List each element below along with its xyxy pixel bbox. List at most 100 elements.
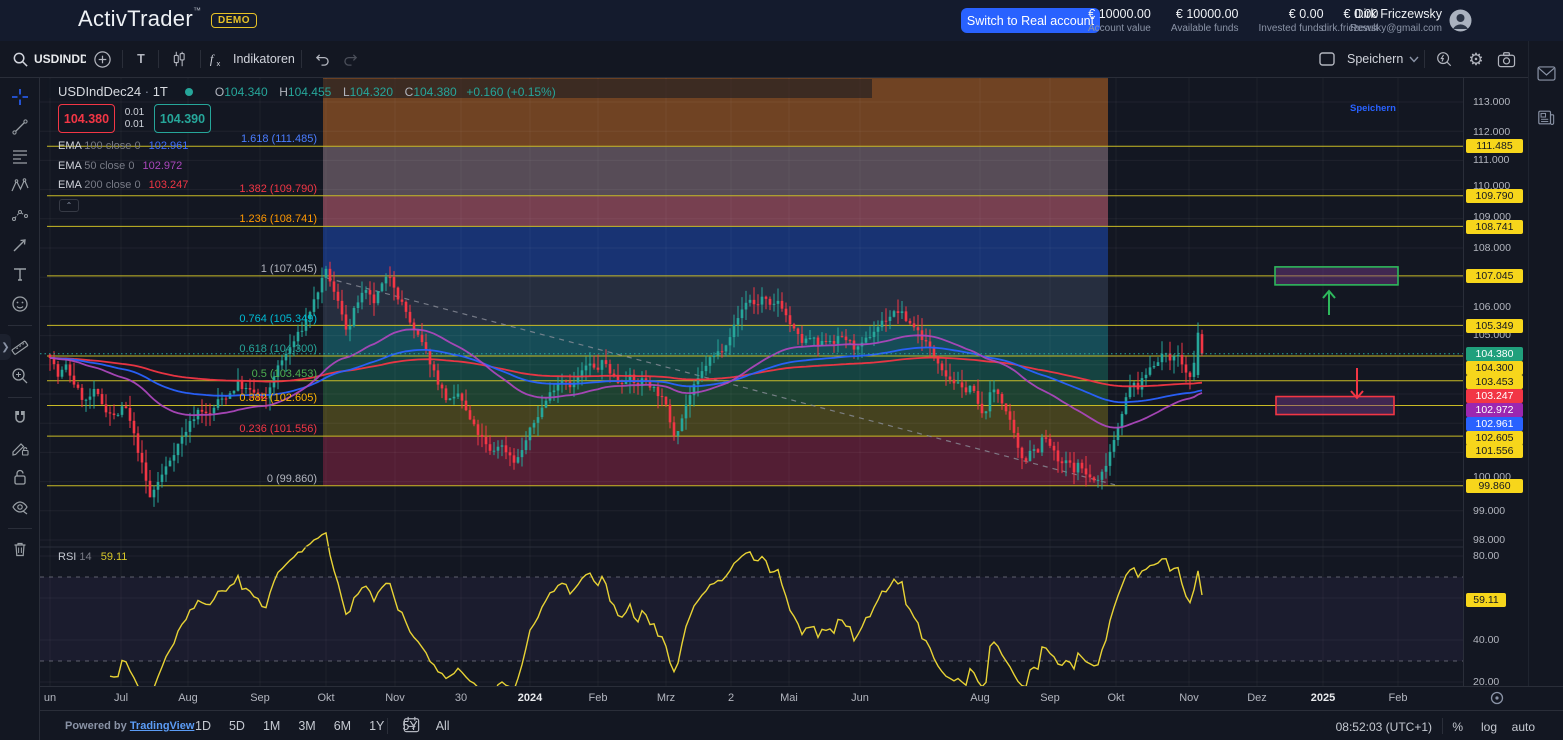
symbol-text: USDINDD — [34, 52, 86, 66]
target-icon — [1489, 690, 1505, 706]
time-tick: 2025 — [1311, 692, 1335, 704]
log-scale-button[interactable]: log — [1481, 720, 1497, 734]
tool-emoji[interactable] — [5, 290, 35, 318]
stat-value: € 10000.00 — [1088, 7, 1151, 21]
toolbar-separator — [200, 50, 201, 68]
axis-label: 111.000 — [1473, 154, 1509, 166]
settings-button[interactable]: ⚙ — [1465, 41, 1487, 77]
camera-icon — [1497, 51, 1516, 68]
text-tool-icon — [10, 264, 30, 284]
sidebar-divider — [8, 397, 32, 398]
sell-button[interactable]: 104.380 — [58, 104, 115, 133]
news-button[interactable] — [1535, 106, 1557, 128]
fib-label: 0.764 (105.349) — [40, 313, 317, 325]
emoji-icon — [10, 294, 30, 314]
mail-button[interactable] — [1535, 62, 1557, 84]
drawing-lock-icon — [10, 438, 30, 458]
ruler-icon — [10, 336, 30, 356]
undo-button[interactable] — [310, 41, 332, 77]
redo-button[interactable] — [340, 41, 362, 77]
chart-style-button[interactable] — [167, 41, 191, 77]
fx-icon: fx — [208, 51, 227, 68]
short-target-box — [1276, 397, 1394, 415]
tool-text[interactable] — [5, 260, 35, 288]
range-button-6m[interactable]: 6M — [327, 717, 358, 735]
sidebar-collapse-handle[interactable]: ❯ — [0, 334, 11, 360]
avatar[interactable] — [1449, 9, 1472, 32]
spread-box: 0.01 0.01 — [117, 104, 152, 133]
session-clock[interactable]: 08:52:03 (UTC+1) — [1336, 720, 1432, 734]
magnet-icon — [10, 408, 30, 428]
price-badge-level: 105.349 — [1466, 319, 1523, 333]
powered-by: Powered by TradingView — [65, 720, 194, 732]
price-axis[interactable]: 113.000112.000111.000110.000109.000108.0… — [1463, 78, 1528, 686]
tool-remove-drawings[interactable] — [5, 535, 35, 563]
percent-scale-button[interactable]: % — [1452, 720, 1463, 734]
toolbar-separator — [1424, 50, 1425, 68]
tool-forecast[interactable] — [5, 201, 35, 229]
time-tick: Okt — [317, 692, 334, 704]
compare-add-button[interactable] — [91, 41, 113, 77]
account-stat-0: € 10000.00 Account value — [1088, 7, 1151, 34]
time-tick: un — [44, 692, 56, 704]
time-tick: 2 — [728, 692, 734, 704]
screenshot-button[interactable] — [1494, 41, 1518, 77]
axis-label: 108.000 — [1473, 242, 1511, 254]
legend-collapse-button[interactable]: ⌃ — [59, 199, 79, 212]
range-button-3m[interactable]: 3M — [291, 717, 322, 735]
indicators-button[interactable]: fx Indikatoren — [208, 41, 295, 77]
time-axis[interactable]: unJulAugSepOktNov302024FebMrz2MaiJunAugS… — [40, 686, 1463, 710]
time-tick: Aug — [970, 692, 990, 704]
switch-to-real-account-button[interactable]: Switch to Real account — [961, 8, 1100, 33]
tool-zoom-in[interactable] — [5, 362, 35, 390]
tool-hide-drawings[interactable] — [5, 493, 35, 521]
time-tick: 2024 — [518, 692, 542, 704]
quick-search-button[interactable] — [1433, 41, 1455, 77]
zoom-in-icon — [10, 366, 30, 386]
price-chart-canvas — [40, 78, 1463, 686]
ema-legend-row-50[interactable]: EMA 50 close 0 102.972 — [58, 160, 182, 172]
range-button-1m[interactable]: 1M — [256, 717, 287, 735]
tradingview-link[interactable]: TradingView — [130, 720, 195, 732]
time-tick: Nov — [385, 692, 405, 704]
axis-corner — [1463, 686, 1563, 710]
tool-lock-drawings[interactable] — [5, 463, 35, 491]
trade-annotations[interactable] — [1275, 267, 1398, 415]
brand-logo: ActivTrader™ — [78, 6, 201, 32]
ohlc-close: 104.380 — [413, 85, 456, 99]
crosshair-icon — [10, 87, 30, 107]
gear-icon: ⚙ — [1468, 51, 1483, 68]
stat-value: € 10000.00 — [1171, 7, 1239, 21]
chart-symbol-title[interactable]: USDIndDec24 — [58, 84, 141, 99]
scroll-to-realtime-button[interactable] — [1489, 690, 1505, 709]
layout-select-button[interactable] — [1317, 41, 1337, 77]
go-to-date-button[interactable] — [402, 715, 421, 737]
rsi-value: 59.11 — [101, 551, 128, 563]
range-button-1d[interactable]: 1D — [188, 717, 218, 735]
range-button-all[interactable]: All — [429, 717, 457, 735]
range-button-5d[interactable]: 5D — [222, 717, 252, 735]
rsi-bands — [40, 577, 1463, 661]
axis-label: 106.000 — [1473, 301, 1511, 313]
tool-crosshair[interactable] — [5, 83, 35, 111]
buy-button[interactable]: 104.390 — [154, 104, 211, 133]
tool-xabcd-pattern[interactable] — [5, 172, 35, 200]
tool-trend-line[interactable] — [5, 113, 35, 141]
symbol-search[interactable]: USDINDD — [12, 41, 86, 77]
spread-top: 0.01 — [125, 107, 144, 119]
auto-scale-button[interactable]: auto — [1512, 720, 1535, 734]
tool-fib-lines[interactable] — [5, 142, 35, 170]
price-badge-level: 101.556 — [1466, 444, 1523, 458]
interval-button[interactable]: T — [131, 41, 151, 77]
time-tick: Mrz — [657, 692, 675, 704]
tool-stay-drawing-mode[interactable] — [5, 434, 35, 462]
arrow-marker-icon — [10, 235, 30, 255]
right-icon-strip — [1528, 41, 1563, 740]
chart-plot-area[interactable]: USDIndDec24 · 1T O104.340 H104.455 L104.… — [40, 78, 1463, 686]
tool-arrow-marker[interactable] — [5, 231, 35, 259]
user-block[interactable]: Dirk Friczewsky dirk.friczewsky@gmail.co… — [1310, 7, 1442, 34]
tool-magnet[interactable] — [5, 404, 35, 432]
fib-label: 0 (99.860) — [40, 473, 317, 485]
save-button[interactable]: Speichern — [1347, 41, 1419, 77]
indicators-label: Indikatoren — [233, 52, 295, 66]
